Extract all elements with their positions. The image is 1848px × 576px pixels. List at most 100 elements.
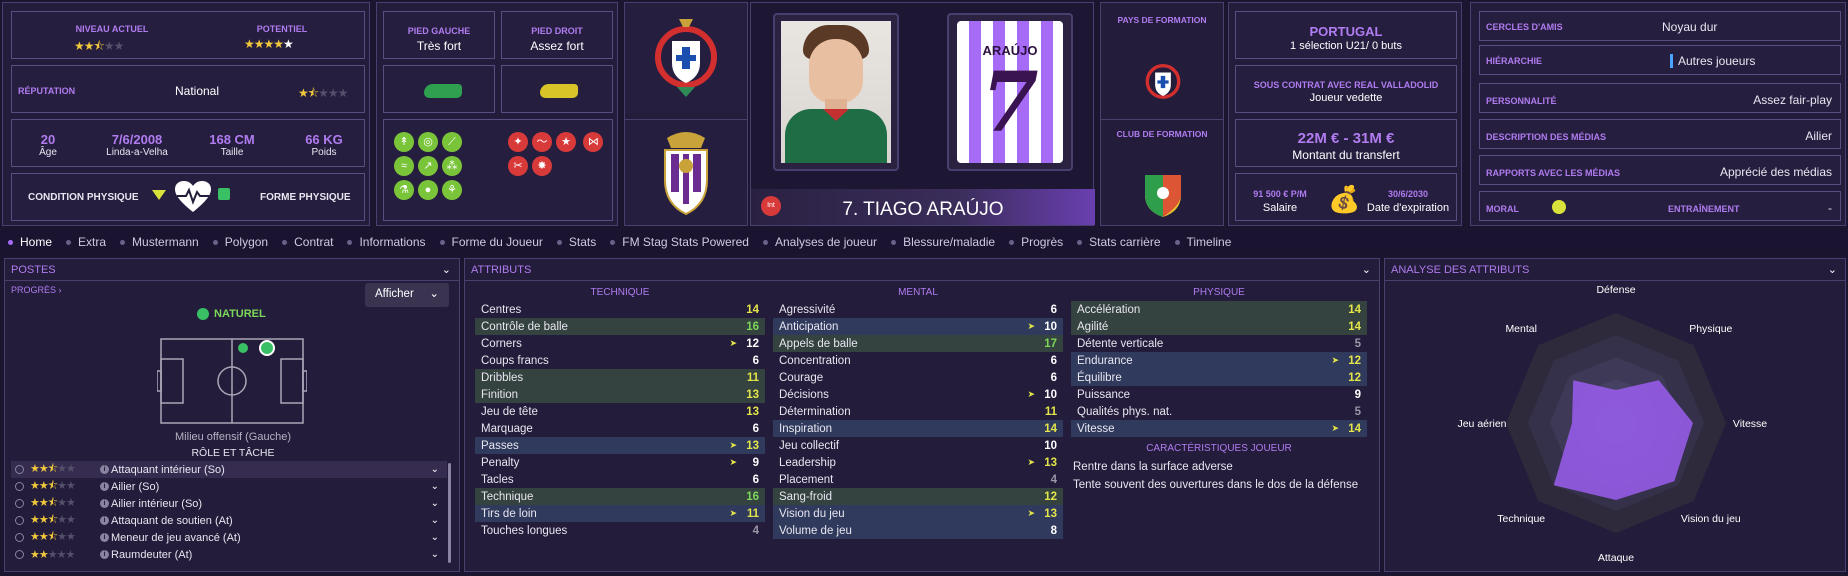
role-row[interactable]: ★★⯪★★ i Ailier (So) ⌄ xyxy=(11,478,447,495)
attribute-row[interactable]: Marquage 6 xyxy=(475,420,765,437)
attribute-row[interactable]: Contrôle de balle 16 xyxy=(475,318,765,335)
height-label: Taille xyxy=(220,147,244,158)
radio-button[interactable] xyxy=(15,482,24,491)
progress-link[interactable]: PROGRÈS › xyxy=(11,285,62,295)
right-foot-box: PIED DROIT Assez fort xyxy=(501,11,613,59)
radio-button[interactable] xyxy=(15,516,24,525)
contract-label: SOUS CONTRAT AVEC REAL VALLADOLID xyxy=(1253,80,1439,90)
trait-icon: ● xyxy=(418,180,438,200)
tab-mustermann[interactable]: Mustermann xyxy=(120,235,199,249)
attribute-row[interactable]: Tacles 6 xyxy=(475,471,765,488)
radio-button[interactable] xyxy=(15,533,24,542)
attribute-row[interactable]: Sang-froid 12 xyxy=(773,488,1063,505)
arrow-up-icon: ➤ xyxy=(1027,457,1035,467)
tab-blessure-maladie[interactable]: Blessure/maladie xyxy=(891,235,995,249)
attribute-row[interactable]: Vitesse ➤ 14 xyxy=(1071,420,1367,437)
role-row[interactable]: ★★⯪★★ i Attaquant de soutien (At) ⌄ xyxy=(11,512,447,529)
chevron-down-icon[interactable]: ⌄ xyxy=(431,549,439,560)
tab-fm-stag-stats-powered[interactable]: FM Stag Stats Powered xyxy=(610,235,749,249)
attribute-row[interactable]: Corners ➤ 12 xyxy=(475,335,765,352)
radar-label: Physique xyxy=(1689,323,1732,335)
attribute-row[interactable]: Courage 6 xyxy=(773,369,1063,386)
tab-label: Contrat xyxy=(294,235,334,249)
attribute-value: 14 xyxy=(1348,320,1361,333)
info-icon[interactable]: i xyxy=(100,533,109,542)
attribute-row[interactable]: Coups francs 6 xyxy=(475,352,765,369)
info-icon[interactable]: i xyxy=(100,482,109,491)
attribute-row[interactable]: Volume de jeu 8 xyxy=(773,522,1063,539)
tab-home[interactable]: Home xyxy=(8,235,52,249)
attribute-row[interactable]: Accélération 14 xyxy=(1071,301,1367,318)
attribute-row[interactable]: Jeu collectif 10 xyxy=(773,437,1063,454)
tab-timeline[interactable]: Timeline xyxy=(1174,235,1231,249)
role-row[interactable]: ★★⯪★★ i Ailier intérieur (So) ⌄ xyxy=(11,495,447,512)
chevron-down-icon[interactable]: ⌄ xyxy=(431,464,439,475)
arrow-up-icon: ➤ xyxy=(1027,321,1035,331)
attribute-value: 6 xyxy=(752,473,759,486)
tab-stats[interactable]: Stats xyxy=(556,235,596,249)
attribute-row[interactable]: Décisions ➤ 10 xyxy=(773,386,1063,403)
info-icon[interactable]: i xyxy=(100,516,109,525)
attribute-row[interactable]: Concentration 6 xyxy=(773,352,1063,369)
trait-icon: ↟ xyxy=(394,132,414,152)
tab-progr-s[interactable]: Progrès xyxy=(1009,235,1063,249)
attribute-row[interactable]: Appels de balle 17 xyxy=(773,335,1063,352)
attribute-row[interactable]: Endurance ➤ 12 xyxy=(1071,352,1367,369)
attribute-value: 11 xyxy=(746,507,759,520)
attribute-row[interactable]: Qualités phys. nat. 5 xyxy=(1071,403,1367,420)
attribute-row[interactable]: Tirs de loin ➤ 11 xyxy=(475,505,765,522)
attribute-row[interactable]: Centres 14 xyxy=(475,301,765,318)
chevron-down-icon[interactable]: ⌄ xyxy=(442,263,451,276)
chevron-down-icon[interactable]: ⌄ xyxy=(431,532,439,543)
attribute-row[interactable]: Puissance 9 xyxy=(1071,386,1367,403)
attribute-row[interactable]: Détente verticale 5 xyxy=(1071,335,1367,352)
attribute-row[interactable]: Détermination 11 xyxy=(773,403,1063,420)
tab-forme-du-joueur[interactable]: Forme du Joueur xyxy=(439,235,543,249)
attribute-value: 10 xyxy=(1044,388,1057,401)
attribute-row[interactable]: Leadership ➤ 13 xyxy=(773,454,1063,471)
forme-icon xyxy=(218,188,230,200)
role-row[interactable]: ★★★★★ i Raumdeuter (At) ⌄ xyxy=(11,546,447,563)
radio-button[interactable] xyxy=(15,499,24,508)
attribute-row[interactable]: Vision du jeu ➤ 13 xyxy=(773,505,1063,522)
expiry-label: Date d'expiration xyxy=(1366,202,1450,214)
info-icon[interactable]: i xyxy=(100,550,109,559)
role-row[interactable]: ★★⯪★★ i Attaquant intérieur (So) ⌄ xyxy=(11,461,447,478)
radio-button[interactable] xyxy=(15,550,24,559)
star-icon: ★ xyxy=(556,132,576,152)
attribute-row[interactable]: Agilité 14 xyxy=(1071,318,1367,335)
tab-analyses-de-joueur[interactable]: Analyses de joueur xyxy=(762,235,877,249)
chevron-down-icon[interactable]: ⌄ xyxy=(431,498,439,509)
valladolid-crest-icon xyxy=(664,132,708,216)
tab-informations[interactable]: Informations xyxy=(347,235,426,249)
tab-contrat[interactable]: Contrat xyxy=(282,235,333,249)
attribute-row[interactable]: Technique 16 xyxy=(475,488,765,505)
attribute-row[interactable]: Anticipation ➤ 10 xyxy=(773,318,1063,335)
attribute-name: Corners xyxy=(481,337,522,350)
attribute-row[interactable]: Touches longues 4 xyxy=(475,522,765,539)
afficher-button[interactable]: Afficher ⌄ xyxy=(365,283,449,307)
tab-dot-icon xyxy=(762,239,768,245)
contract-role: Joueur vedette xyxy=(1309,92,1383,104)
attribute-row[interactable]: Passes ➤ 13 xyxy=(475,437,765,454)
attribute-row[interactable]: Jeu de tête 13 xyxy=(475,403,765,420)
attribute-row[interactable]: Équilibre 12 xyxy=(1071,369,1367,386)
attribute-row[interactable]: Placement 4 xyxy=(773,471,1063,488)
chevron-down-icon[interactable]: ⌄ xyxy=(1828,263,1837,276)
info-icon[interactable]: i xyxy=(100,499,109,508)
info-icon[interactable]: i xyxy=(100,465,109,474)
chevron-down-icon[interactable]: ⌄ xyxy=(1362,263,1371,276)
attribute-row[interactable]: Inspiration 14 xyxy=(773,420,1063,437)
attribute-row[interactable]: Penalty ➤ 9 xyxy=(475,454,765,471)
attribute-row[interactable]: Agressivité 6 xyxy=(773,301,1063,318)
tab-stats-carri-re[interactable]: Stats carrière xyxy=(1077,235,1161,249)
chevron-down-icon[interactable]: ⌄ xyxy=(431,515,439,526)
scrollbar[interactable] xyxy=(448,463,451,563)
attribute-row[interactable]: Dribbles 11 xyxy=(475,369,765,386)
tab-extra[interactable]: Extra xyxy=(66,235,106,249)
tab-polygon[interactable]: Polygon xyxy=(212,235,268,249)
attribute-row[interactable]: Finition 13 xyxy=(475,386,765,403)
chevron-down-icon[interactable]: ⌄ xyxy=(431,481,439,492)
role-row[interactable]: ★★⯪★★ i Meneur de jeu avancé (At) ⌄ xyxy=(11,529,447,546)
radio-button[interactable] xyxy=(15,465,24,474)
